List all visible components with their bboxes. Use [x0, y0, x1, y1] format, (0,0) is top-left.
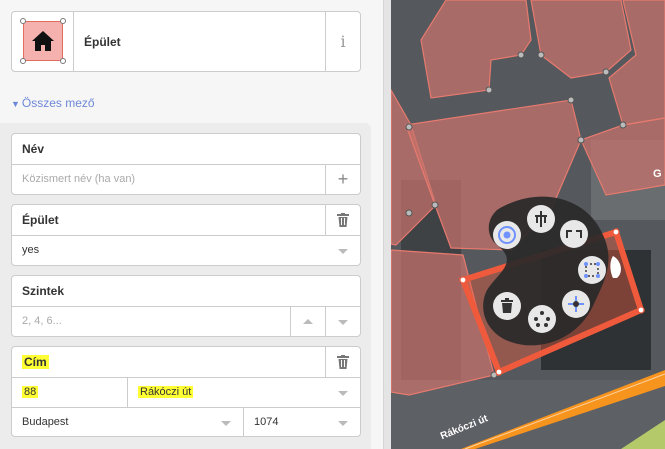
field-label-name: Név	[12, 134, 360, 165]
field-label-building: Épület	[12, 205, 360, 236]
field-levels: Szintek 2, 4, 6...	[11, 275, 361, 337]
chevron-down-icon[interactable]	[338, 249, 348, 254]
all-fields-label: Összes mező	[21, 96, 95, 110]
name-placeholder: Közismert név (ha van)	[22, 173, 136, 185]
fields-panel: Név Közismert név (ha van) + Épület yes …	[0, 123, 371, 449]
square-select-icon	[584, 262, 600, 278]
chevron-down-icon	[338, 320, 348, 325]
move-icon	[498, 226, 516, 244]
building-label-text: Épület	[22, 213, 59, 227]
triangle-down-icon: ▼	[11, 99, 20, 109]
increment-button[interactable]	[290, 307, 325, 336]
preset-icon-button[interactable]	[12, 12, 74, 71]
name-input[interactable]: Közismert név (ha van) +	[12, 165, 360, 194]
vertex-handle	[20, 18, 26, 24]
delete-icon	[501, 298, 513, 313]
map-canvas[interactable]: G Rákóczi út	[391, 0, 665, 449]
info-button[interactable]: i	[325, 12, 360, 71]
chevron-down-icon[interactable]	[338, 391, 348, 396]
chevron-down-icon[interactable]	[221, 421, 231, 426]
vertex-handle	[60, 58, 66, 64]
preset-name: Épület	[84, 35, 121, 49]
levels-input[interactable]: 2, 4, 6...	[12, 307, 360, 336]
city-combo[interactable]: Budapest	[12, 408, 244, 437]
postcode-value: 1074	[254, 416, 279, 428]
orthogonalize-icon	[566, 230, 582, 238]
field-name: Név Közismert név (ha van) +	[11, 133, 361, 195]
sidebar: Épület i ▼ Összes mező Név Közismert név …	[0, 0, 383, 449]
extract-button[interactable]	[562, 290, 590, 318]
field-label-address: Cím	[12, 347, 360, 378]
field-label-levels: Szintek	[12, 276, 360, 307]
housenumber-value: 88	[22, 386, 39, 398]
housenumber-input[interactable]: 88	[12, 378, 128, 407]
all-fields-toggle[interactable]: ▼ Összes mező	[11, 96, 95, 110]
circularize-button[interactable]	[528, 305, 556, 333]
street-value: Rákóczi út	[138, 386, 194, 398]
vertex-handle	[60, 18, 66, 24]
orthogonalize-button[interactable]	[560, 220, 588, 248]
straighten-button[interactable]	[527, 205, 555, 233]
address-row-1: 88 Rákóczi út	[12, 378, 360, 407]
decrement-button[interactable]	[325, 307, 360, 336]
street-combo[interactable]: Rákóczi út	[128, 378, 360, 407]
delete-button[interactable]	[493, 292, 521, 320]
extract-icon	[568, 296, 584, 312]
trash-icon	[337, 213, 349, 227]
field-address: Cím 88 Rákóczi út Budapest 1074	[11, 346, 361, 437]
trash-icon	[337, 355, 349, 369]
move-button[interactable]	[493, 221, 521, 249]
map-label: G	[653, 168, 662, 180]
building-combo[interactable]: yes	[12, 236, 360, 265]
remove-address-button[interactable]	[325, 347, 360, 378]
city-value: Budapest	[22, 416, 69, 428]
building-value: yes	[22, 244, 40, 256]
remove-building-button[interactable]	[325, 205, 360, 236]
field-building: Épület yes	[11, 204, 361, 266]
house-icon	[32, 31, 54, 51]
chevron-up-icon	[303, 319, 313, 324]
circularize-icon	[534, 311, 550, 327]
straighten-icon	[535, 211, 547, 227]
plus-icon: +	[337, 169, 349, 189]
chevron-down-icon[interactable]	[338, 421, 348, 426]
area-preview	[20, 18, 66, 64]
address-label-text: Cím	[22, 355, 49, 369]
vertex-handle	[20, 58, 26, 64]
preset-card[interactable]: Épület i	[11, 11, 361, 72]
add-name-button[interactable]: +	[325, 165, 360, 194]
postcode-combo[interactable]: 1074	[244, 408, 360, 437]
sidebar-resizer[interactable]	[383, 0, 391, 449]
levels-placeholder: 2, 4, 6...	[22, 315, 62, 327]
address-row-2: Budapest 1074	[12, 407, 360, 437]
square-select-button[interactable]	[578, 256, 606, 284]
